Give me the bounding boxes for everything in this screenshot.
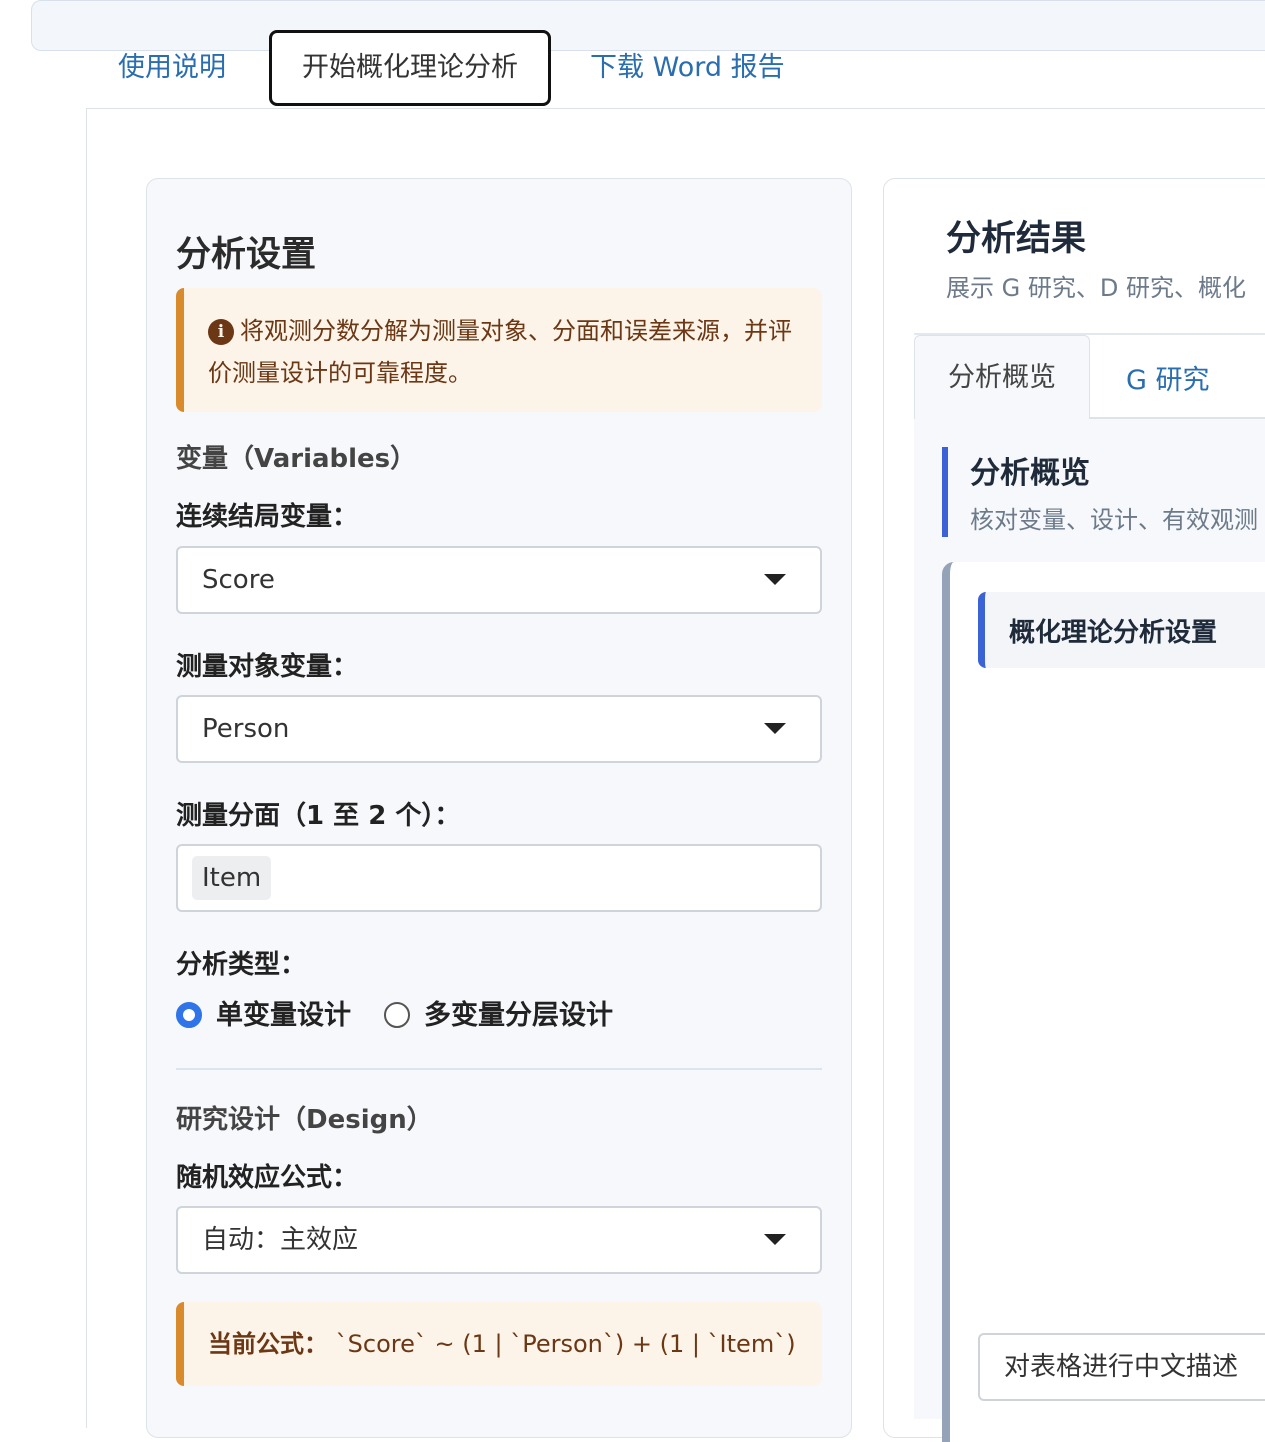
- results-subtitle: 展示 G 研究、D 研究、概化: [946, 274, 1246, 302]
- radio-univariate[interactable]: [176, 1002, 202, 1028]
- tab-start-analysis[interactable]: 开始概化理论分析: [269, 30, 551, 106]
- current-formula-label: 当前公式：: [208, 1330, 328, 1358]
- overview-accent-bar: [942, 447, 948, 537]
- overview-content-card: [942, 562, 1265, 1442]
- object-variable-label: 测量对象变量：: [176, 652, 359, 682]
- outcome-variable-label: 连续结局变量：: [176, 502, 359, 532]
- tab-usage-guide[interactable]: 使用说明: [118, 50, 226, 86]
- outcome-variable-value: Score: [202, 565, 275, 595]
- results-title: 分析结果: [946, 219, 1087, 259]
- random-effects-formula-select[interactable]: 自动：主效应: [176, 1206, 822, 1274]
- info-callout-text: 将观测分数分解为测量对象、分面和误差来源，并评价测量设计的可靠程度。: [208, 317, 792, 387]
- gt-settings-title: 概化理论分析设置: [1009, 618, 1218, 648]
- chevron-down-icon: [764, 723, 786, 734]
- current-formula-callout: 当前公式： `Score` ~ (1 | `Person`) + (1 | `I…: [176, 1302, 822, 1386]
- tab-download-word-report[interactable]: 下载 Word 报告: [590, 50, 785, 86]
- section-divider: [176, 1068, 822, 1070]
- current-formula-value: `Score` ~ (1 | `Person`) + (1 | `Item`): [335, 1330, 796, 1358]
- overview-subtitle: 核对变量、设计、有效观测: [970, 506, 1258, 534]
- results-tab-divider: [1090, 417, 1265, 419]
- info-icon: i: [208, 319, 234, 345]
- object-variable-value: Person: [202, 714, 290, 744]
- outcome-variable-select[interactable]: Score: [176, 546, 822, 614]
- random-effects-formula-value: 自动：主效应: [202, 1225, 359, 1255]
- main-tabs: 使用说明 开始概化理论分析 下载 Word 报告: [0, 0, 1265, 110]
- describe-table-button[interactable]: 对表格进行中文描述: [978, 1333, 1265, 1401]
- object-variable-select[interactable]: Person: [176, 695, 822, 763]
- formula-select-label: 随机效应公式：: [176, 1163, 359, 1193]
- analysis-type-label: 分析类型：: [176, 950, 307, 980]
- overview-title: 分析概览: [970, 456, 1090, 491]
- variables-section-heading: 变量（Variables）: [176, 444, 417, 474]
- settings-title: 分析设置: [176, 235, 317, 275]
- radio-multivariate-label[interactable]: 多变量分层设计: [424, 996, 613, 1036]
- analysis-type-radio-group: 单变量设计 多变量分层设计: [176, 996, 822, 1036]
- chevron-down-icon: [764, 574, 786, 585]
- radio-univariate-label[interactable]: 单变量设计: [216, 996, 351, 1036]
- results-tab-overview[interactable]: 分析概览: [914, 335, 1090, 419]
- facets-label: 测量分面（1 至 2 个）：: [176, 801, 461, 831]
- chevron-down-icon: [764, 1234, 786, 1245]
- design-section-heading: 研究设计（Design）: [176, 1105, 433, 1135]
- radio-multivariate[interactable]: [384, 1002, 410, 1028]
- facets-multiselect[interactable]: Item: [176, 844, 822, 912]
- info-callout: i 将观测分数分解为测量对象、分面和误差来源，并评价测量设计的可靠程度。: [176, 288, 822, 412]
- results-tab-g-study[interactable]: G 研究: [1126, 358, 1210, 397]
- gt-settings-box: 概化理论分析设置: [978, 592, 1265, 668]
- facet-chip-item[interactable]: Item: [192, 856, 272, 900]
